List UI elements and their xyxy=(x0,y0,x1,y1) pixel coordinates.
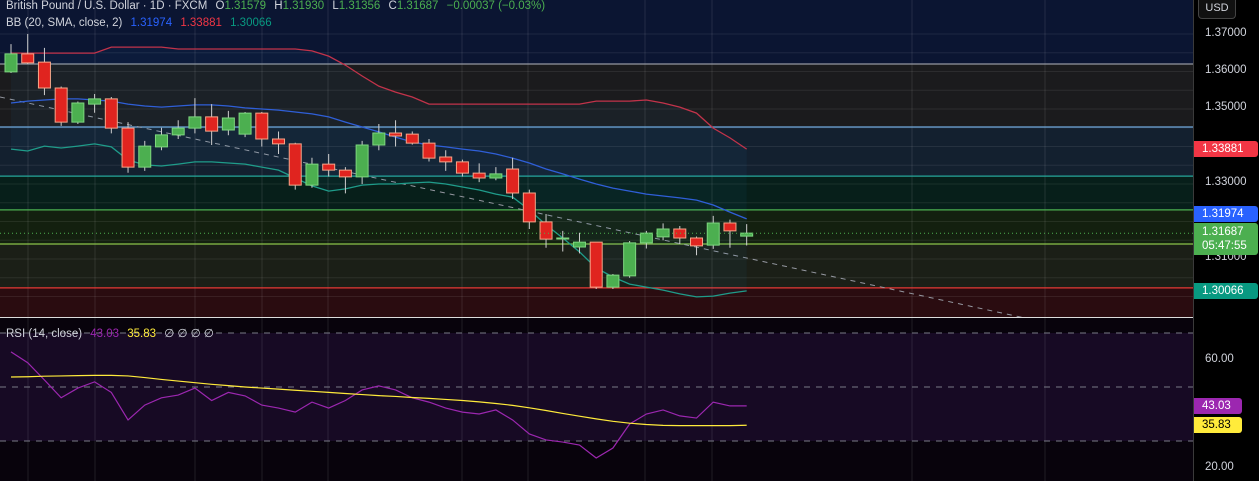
ohlc-low: L1.31356 xyxy=(332,0,381,12)
price-axis[interactable]: 1.37000 1.36000 1.35000 1.33000 1.31000 … xyxy=(1193,0,1259,481)
bar-countdown: 05:47:55 xyxy=(1202,240,1247,252)
bb-legend[interactable]: BB (20, SMA, close, 2) 1.31974 1.33881 1… xyxy=(6,17,277,29)
ohlc-close: C1.31687 xyxy=(388,0,439,12)
candle-down xyxy=(589,241,603,288)
candle-up xyxy=(740,232,754,237)
candle-down xyxy=(255,112,269,140)
candle-down xyxy=(104,98,118,129)
candle-up xyxy=(138,145,152,168)
candle-down xyxy=(690,237,704,247)
candle-up xyxy=(305,163,319,186)
candle-down xyxy=(322,163,336,171)
candle-down xyxy=(439,156,453,163)
rsi-legend[interactable]: RSI (14, close) 43.03 35.83 ∅ ∅ ∅ ∅ xyxy=(6,326,219,340)
zone-background xyxy=(0,287,1193,317)
candle-down xyxy=(455,161,469,174)
candle-down xyxy=(288,143,302,186)
rsi-ma-value: 35.83 xyxy=(127,328,157,340)
candle-up xyxy=(188,116,202,129)
rsi-tick: 20.00 xyxy=(1205,461,1234,473)
currency-button[interactable]: USD xyxy=(1198,0,1236,19)
bb-basis-value: 1.31974 xyxy=(130,17,173,29)
price-tick: 1.37000 xyxy=(1205,27,1247,39)
bb-lower-tag: 1.30066 xyxy=(1194,283,1258,299)
candle-up xyxy=(4,53,18,73)
candle-down xyxy=(506,168,520,194)
bb-upper-tag: 1.33881 xyxy=(1194,141,1258,157)
price-tick: 1.33000 xyxy=(1205,176,1247,188)
rsi-tick: 60.00 xyxy=(1205,353,1234,365)
candle-up xyxy=(88,98,102,105)
ohlc-open: O1.31579 xyxy=(215,0,267,12)
price-tick: 1.35000 xyxy=(1205,101,1247,113)
rsi-tag: 43.03 xyxy=(1194,398,1242,414)
candle-up xyxy=(572,241,586,248)
candle-down xyxy=(121,127,135,168)
bb-label: BB (20, SMA, close, 2) xyxy=(6,17,123,29)
candle-up xyxy=(372,132,386,146)
rsi-ma-tag: 35.83 xyxy=(1194,417,1242,433)
candle-up xyxy=(606,274,620,288)
price-tick: 1.36000 xyxy=(1205,64,1247,76)
candle-down xyxy=(522,192,536,223)
candle-down xyxy=(37,61,51,89)
rsi-value: 43.03 xyxy=(90,328,120,340)
candle-down xyxy=(472,172,486,179)
symbol-title: British Pound / U.S. Dollar · 1D · FXCM xyxy=(6,0,208,12)
candle-down xyxy=(723,222,737,232)
candle-up xyxy=(238,112,252,135)
candle-down xyxy=(272,138,286,145)
candle-up xyxy=(706,222,720,246)
pane-separator[interactable] xyxy=(0,317,1259,318)
bb-lower-value: 1.30066 xyxy=(230,17,272,29)
last-price: 1.31687 xyxy=(1202,226,1244,238)
candle-down xyxy=(539,221,553,240)
candle-up xyxy=(639,232,653,244)
last-price-tag: 1.31687 05:47:55 xyxy=(1194,223,1258,255)
candle-up xyxy=(656,228,670,238)
candle-down xyxy=(54,87,68,123)
candle-up xyxy=(154,134,168,148)
candle-up xyxy=(355,144,369,178)
candle-up xyxy=(623,242,637,277)
symbol-legend: British Pound / U.S. Dollar · 1D · FXCM … xyxy=(6,0,550,12)
rsi-band-background xyxy=(0,333,1193,441)
ohlc-high: H1.31930 xyxy=(274,0,325,12)
price-chart[interactable] xyxy=(0,0,1193,481)
candle-down xyxy=(338,169,352,178)
candle-down xyxy=(205,116,219,132)
candle-up xyxy=(489,173,503,179)
candle-up xyxy=(221,117,235,131)
rsi-label: RSI (14, close) xyxy=(6,328,83,340)
rsi-extras: ∅ ∅ ∅ ∅ xyxy=(164,328,214,340)
candle-down xyxy=(422,142,436,159)
candle-up xyxy=(71,102,85,123)
candle-down xyxy=(405,133,419,144)
price-change: −0.00037 (−0.03%) xyxy=(446,0,546,12)
candle-up xyxy=(171,127,185,136)
bb-upper-value: 1.33881 xyxy=(180,17,222,29)
candle-up xyxy=(556,237,570,240)
bb-basis-tag: 1.31974 xyxy=(1194,206,1258,222)
candle-down xyxy=(389,132,403,137)
candle-down xyxy=(21,53,35,64)
